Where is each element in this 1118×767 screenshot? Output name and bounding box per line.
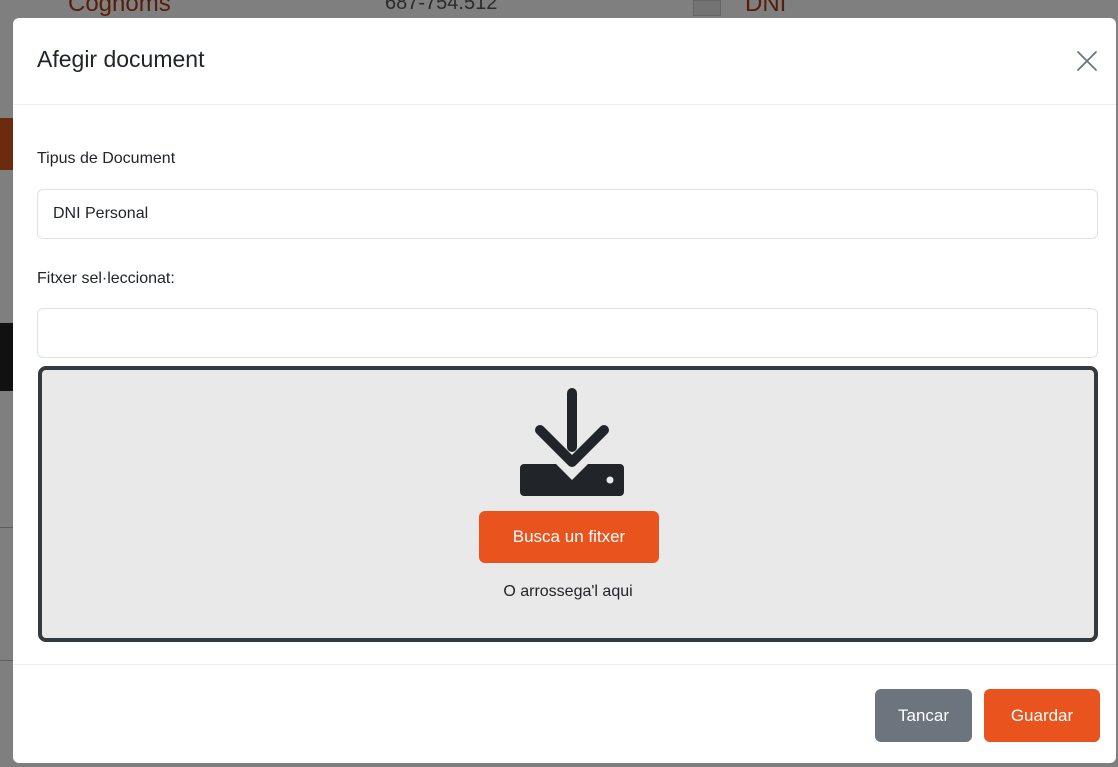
document-type-field[interactable]: DNI Personal (37, 189, 1098, 239)
modal-title: Afegir document (37, 46, 205, 72)
file-dropzone[interactable]: Busca un fitxer O arrossega'l aqui (38, 366, 1098, 642)
browse-file-button[interactable]: Busca un fitxer (479, 511, 659, 563)
download-icon (520, 388, 624, 496)
modal-header: Afegir document (13, 18, 1116, 105)
save-button[interactable]: Guardar (984, 689, 1100, 742)
add-document-modal: Afegir document Tipus de Document DNI Pe… (13, 18, 1116, 763)
selected-file-label: Fitxer sel·leccionat: (37, 270, 175, 287)
document-type-label: Tipus de Document (37, 150, 176, 167)
drag-here-hint: O arrossega'l aqui (503, 583, 633, 600)
close-dialog-button[interactable]: Tancar (875, 689, 972, 742)
close-icon (1077, 51, 1097, 71)
selected-file-field[interactable] (37, 308, 1098, 358)
modal-footer: Tancar Guardar (13, 664, 1116, 763)
close-button[interactable] (1072, 46, 1102, 76)
